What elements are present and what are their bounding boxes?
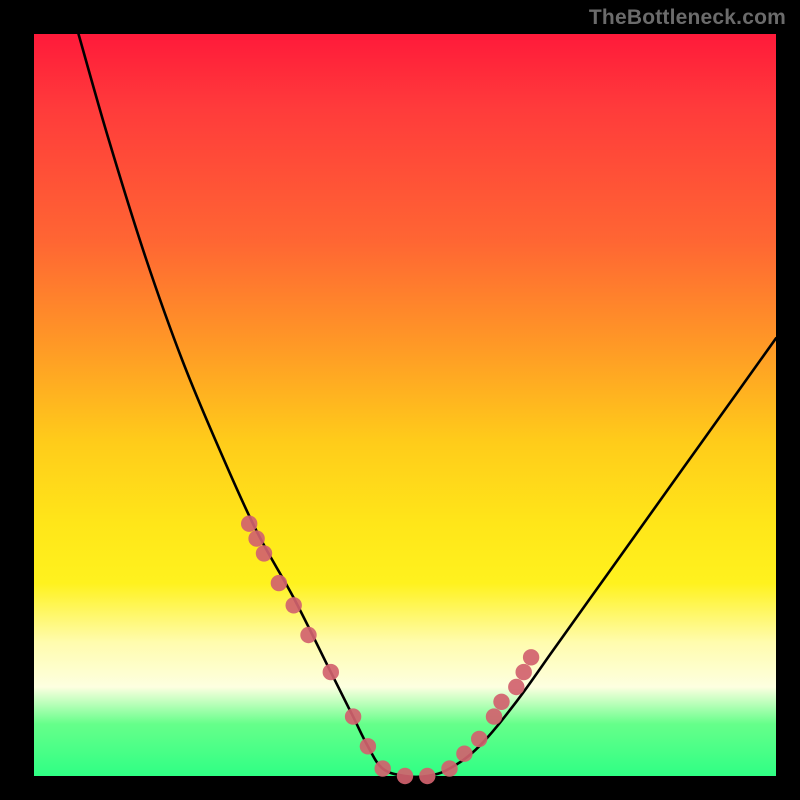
data-point [397, 768, 413, 784]
data-point [493, 694, 509, 710]
bottleneck-curve [79, 34, 777, 777]
data-point [256, 545, 272, 561]
data-point [523, 649, 539, 665]
data-point [286, 597, 302, 613]
plot-area [34, 34, 776, 776]
data-point [345, 708, 361, 724]
data-point [241, 516, 257, 532]
data-point [300, 627, 316, 643]
data-point [516, 664, 532, 680]
data-point-markers [241, 516, 539, 785]
data-point [323, 664, 339, 680]
data-point [508, 679, 524, 695]
data-point [441, 760, 457, 776]
data-point [375, 760, 391, 776]
watermark-text: TheBottleneck.com [589, 6, 786, 30]
chart-frame: TheBottleneck.com [0, 0, 800, 800]
data-point [419, 768, 435, 784]
data-point [471, 731, 487, 747]
data-point [271, 575, 287, 591]
data-point [248, 530, 264, 546]
data-point [456, 746, 472, 762]
curve-svg [34, 34, 776, 776]
data-point [360, 738, 376, 754]
data-point [486, 708, 502, 724]
